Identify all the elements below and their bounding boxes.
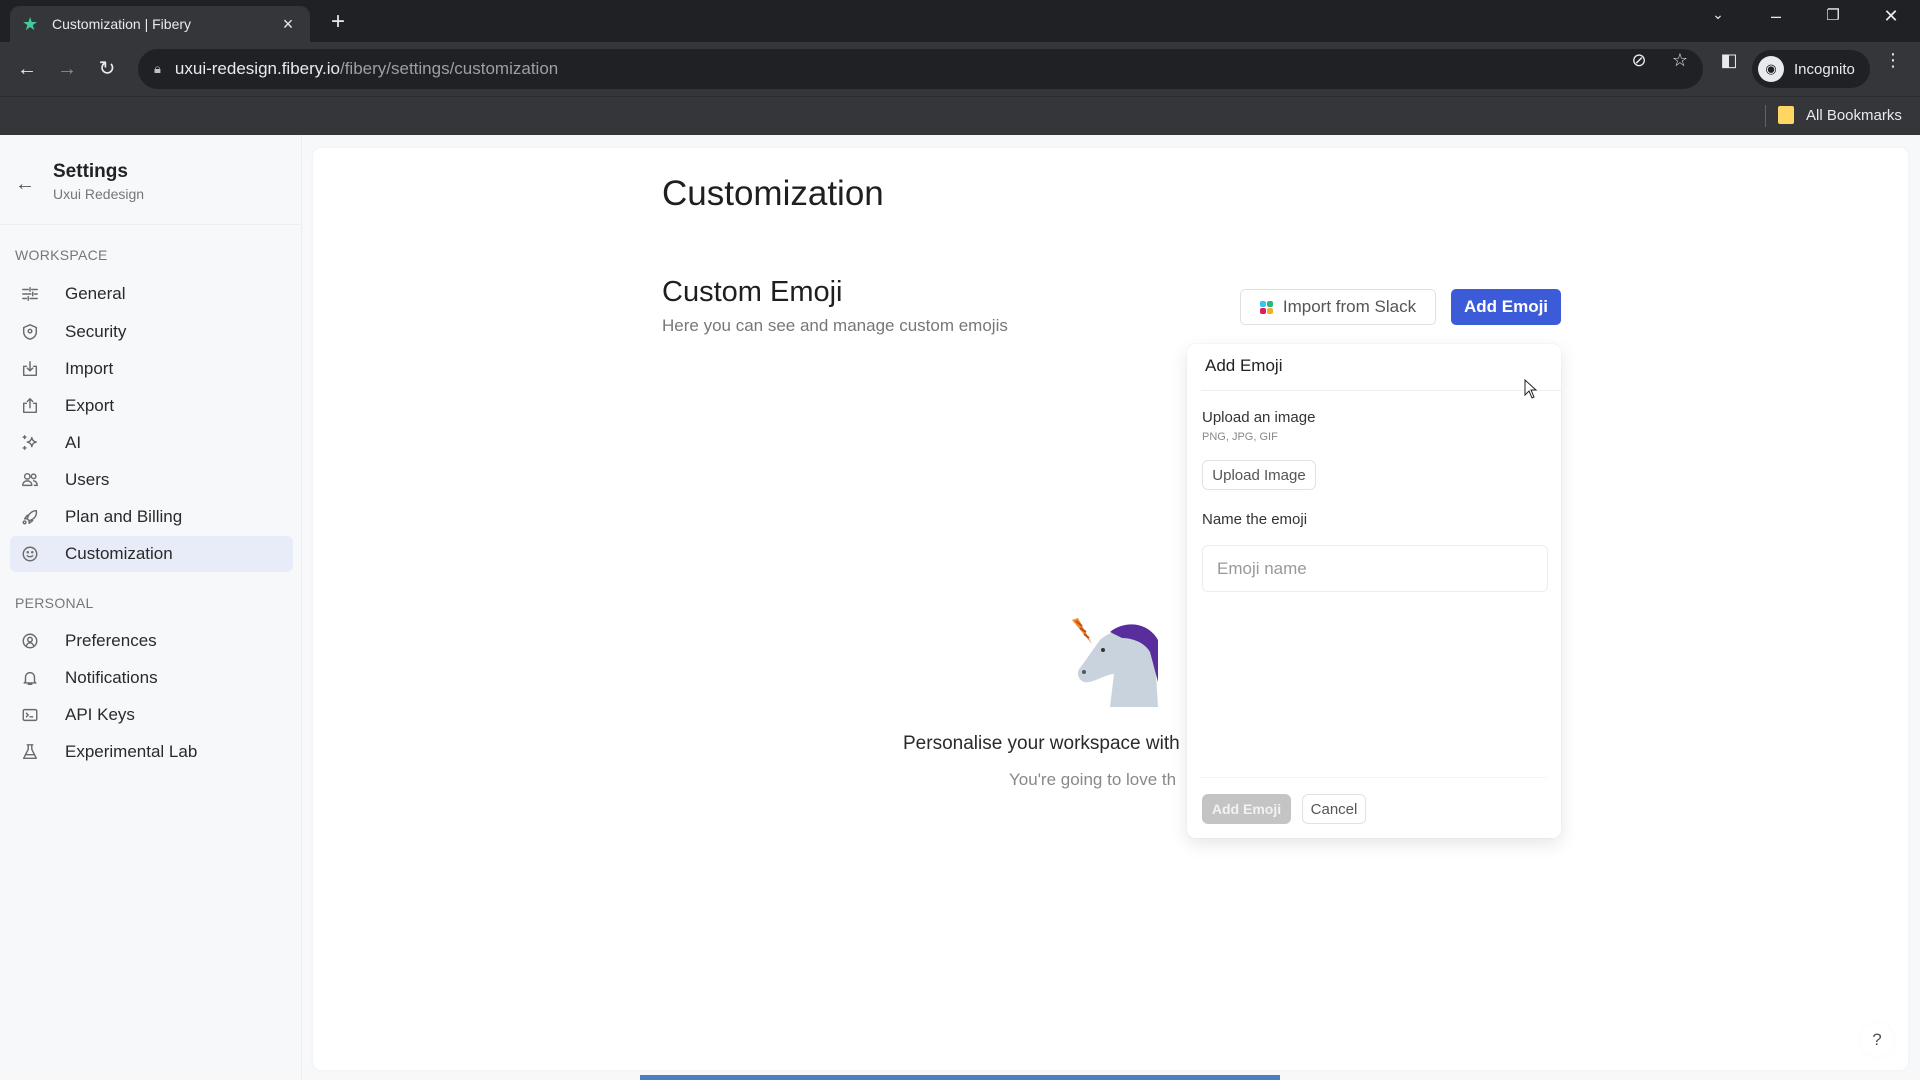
sidebar-item-api-keys[interactable]: API Keys: [10, 697, 293, 733]
incognito-label: Incognito: [1794, 60, 1855, 78]
fibery-favicon-icon: ★: [22, 14, 39, 34]
browser-toolbar: ← → ↻ 🔒︎ uxui-redesign.fibery.io/fibery/…: [0, 42, 1920, 96]
sidebar-title: Settings: [53, 161, 128, 182]
sidebar-item-label: AI: [65, 433, 82, 452]
sidebar-item-label: Plan and Billing: [65, 507, 183, 526]
bookmarks-bar: All Bookmarks: [0, 96, 1920, 135]
sidebar-item-label: Notifications: [65, 668, 158, 687]
popup-title: Add Emoji: [1205, 356, 1283, 375]
sidebar-item-label: Experimental Lab: [65, 742, 198, 761]
sidebar-item-customization[interactable]: Customization: [10, 536, 293, 572]
rocket-icon: [20, 507, 40, 527]
sidebar-item-label: API Keys: [65, 705, 135, 724]
browser-menu-icon[interactable]: ⋮: [1881, 50, 1905, 71]
sidebar-item-label: Import: [65, 359, 114, 378]
tab-search-icon[interactable]: ⌄: [1698, 6, 1738, 23]
terminal-icon: [20, 705, 40, 725]
browser-tab[interactable]: ★ Customization | Fibery ×: [10, 6, 310, 42]
sidebar-item-label: Customization: [65, 544, 173, 563]
back-arrow-icon[interactable]: ←: [15, 173, 35, 196]
restore-icon[interactable]: ❐: [1813, 6, 1853, 24]
fibery-app: ← Settings Uxui Redesign WORKSPACE Gener…: [0, 135, 1920, 1080]
export-icon: [20, 396, 40, 416]
smiley-icon: [20, 544, 40, 564]
sidebar-item-label: Export: [65, 396, 115, 415]
section-label-personal: PERSONAL: [15, 595, 94, 611]
users-icon: [20, 470, 40, 490]
sidebar-item-plan-and-billing[interactable]: Plan and Billing: [10, 499, 293, 535]
tab-title: Customization | Fibery: [52, 16, 192, 32]
sidebar-item-preferences[interactable]: Preferences: [10, 623, 293, 659]
side-panel-icon[interactable]: ◧: [1717, 50, 1741, 71]
incognito-icon: ◉: [1758, 56, 1784, 82]
empty-state-subtitle: You're going to love th: [1009, 770, 1177, 789]
section-title: Custom Emoji: [662, 276, 843, 308]
url-path: /fibery/settings/customization: [339, 59, 559, 78]
upload-hint: PNG, JPG, GIF: [1202, 431, 1278, 443]
popup-footer-divider: [1201, 777, 1547, 778]
unicorn-illustration: [1072, 618, 1158, 707]
sliders-icon: [20, 284, 40, 304]
emoji-name-input[interactable]: [1202, 545, 1548, 592]
folder-icon: [1778, 106, 1794, 124]
add-emoji-popup: Add Emoji Upload an image PNG, JPG, GIF …: [1187, 344, 1561, 838]
sidebar-item-label: Users: [65, 470, 110, 489]
sidebar-item-import[interactable]: Import: [10, 351, 293, 387]
minimize-icon[interactable]: –: [1756, 6, 1796, 27]
sidebar-item-experimental-lab[interactable]: Experimental Lab: [10, 734, 293, 770]
sparkles-icon: [20, 433, 40, 453]
sidebar-item-security[interactable]: Security: [10, 314, 293, 350]
sidebar-item-label: General: [65, 284, 126, 303]
shield-icon: [20, 322, 40, 342]
section-label-workspace: WORKSPACE: [15, 247, 108, 263]
bookmarks-divider: [1765, 105, 1766, 127]
main-content: Customization Custom Emoji Here you can …: [313, 148, 1908, 1070]
upload-label: Upload an image: [1202, 409, 1316, 426]
back-icon[interactable]: ←: [12, 54, 42, 84]
flask-icon: [20, 742, 40, 762]
page-title: Customization: [662, 174, 884, 213]
settings-sidebar: ← Settings Uxui Redesign WORKSPACE Gener…: [0, 135, 302, 1080]
forward-icon[interactable]: →: [52, 54, 82, 84]
name-label: Name the emoji: [1202, 511, 1308, 528]
sidebar-item-ai[interactable]: AI: [10, 425, 293, 461]
sidebar-item-notifications[interactable]: Notifications: [10, 660, 293, 696]
import-from-slack-label: Import from Slack: [1282, 297, 1417, 316]
bottom-progress-bar: [640, 1075, 1280, 1080]
popup-divider: [1201, 390, 1561, 391]
slack-icon: [1259, 300, 1273, 314]
all-bookmarks-button[interactable]: All Bookmarks: [1778, 106, 1902, 124]
eye-off-icon[interactable]: ⊘: [1627, 50, 1651, 71]
workspace-name: Uxui Redesign: [53, 186, 145, 202]
lock-icon: 🔒︎: [154, 61, 161, 76]
all-bookmarks-label: All Bookmarks: [1806, 106, 1902, 124]
bell-icon: [20, 668, 40, 688]
empty-state-title: Personalise your workspace with: [903, 733, 1180, 754]
help-button[interactable]: ?: [1860, 1023, 1894, 1057]
cancel-button[interactable]: Cancel: [1302, 794, 1366, 824]
new-tab-button[interactable]: +: [325, 8, 351, 36]
sidebar-item-users[interactable]: Users: [10, 462, 293, 498]
sidebar-header: ← Settings Uxui Redesign: [0, 135, 302, 225]
add-emoji-button[interactable]: Add Emoji: [1451, 289, 1561, 325]
url-host: uxui-redesign.fibery.io: [174, 59, 340, 78]
reload-icon[interactable]: ↻: [92, 54, 122, 84]
sidebar-item-label: Security: [65, 322, 127, 341]
incognito-profile-button[interactable]: ◉ Incognito: [1752, 50, 1870, 88]
browser-tab-bar: ★ Customization | Fibery × + ⌄ – ❐ ✕: [0, 0, 1920, 42]
sidebar-item-general[interactable]: General: [10, 276, 293, 312]
submit-add-emoji-button[interactable]: Add Emoji: [1202, 794, 1291, 824]
address-bar[interactable]: 🔒︎ uxui-redesign.fibery.io/fibery/settin…: [138, 49, 1703, 89]
import-from-slack-button[interactable]: Import from Slack: [1240, 289, 1436, 325]
close-window-icon[interactable]: ✕: [1871, 6, 1911, 27]
section-subtitle: Here you can see and manage custom emoji…: [662, 316, 1008, 335]
import-icon: [20, 359, 40, 379]
close-tab-icon[interactable]: ×: [278, 14, 298, 35]
sidebar-item-label: Preferences: [65, 631, 157, 650]
bookmark-star-icon[interactable]: ☆: [1668, 50, 1692, 71]
upload-image-button[interactable]: Upload Image: [1202, 460, 1316, 490]
mouse-cursor-icon: [1524, 379, 1538, 399]
user-circle-icon: [20, 631, 40, 651]
sidebar-item-export[interactable]: Export: [10, 388, 293, 424]
